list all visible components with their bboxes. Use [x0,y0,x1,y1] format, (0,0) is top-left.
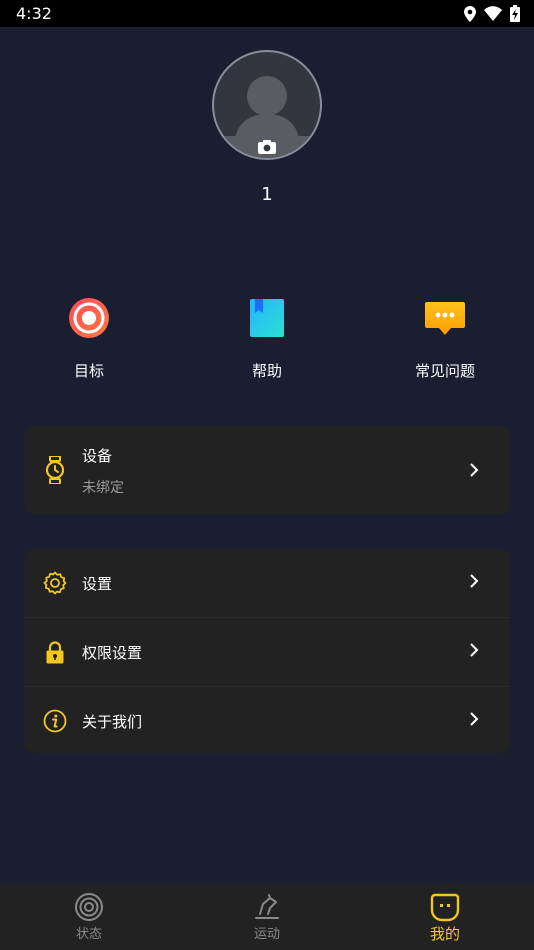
menu-item-permissions[interactable]: 权限设置 [24,617,510,686]
avatar-camera-strip[interactable] [214,136,320,158]
menu-item-label: 设置 [82,575,113,593]
device-card[interactable]: 设备 未绑定 [24,426,510,514]
menu-card: 设置 权限设置 关于我们 [24,549,510,753]
watch-icon [45,456,65,484]
status-time: 4:32 [16,4,52,23]
wifi-icon [484,6,502,21]
menu-item-label: 关于我们 [82,713,143,731]
tab-mine[interactable]: 我的 [385,892,505,944]
tab-label: 运动 [253,927,280,942]
bottom-tab-bar: 状态 运动 我的 [0,884,534,950]
menu-item-label: 权限设置 [82,644,143,662]
menu-item-about[interactable]: 关于我们 [24,686,510,755]
tab-label: 状态 [75,927,102,942]
target-icon [69,298,109,338]
book-icon [250,299,284,337]
avatar[interactable] [212,50,322,160]
menu-item-settings[interactable]: 设置 [24,549,510,617]
username: 1 [261,184,273,205]
gear-icon [43,571,67,595]
lock-icon [46,641,64,664]
battery-icon [510,5,520,22]
chevron-right-icon [470,574,479,588]
chevron-right-icon [470,463,479,477]
quick-action-label: 常见问题 [414,362,475,380]
location-icon [464,5,476,22]
info-icon [43,709,67,733]
tab-label: 我的 [429,925,460,943]
smiley-icon [430,893,460,922]
quick-action-help[interactable]: 帮助 [207,296,327,381]
running-icon [255,894,279,919]
status-rings-icon [75,893,103,921]
chevron-right-icon [470,712,479,726]
quick-action-label: 帮助 [251,362,282,380]
chat-bubble-icon [425,302,465,335]
quick-action-label: 目标 [73,362,104,380]
status-bar: 4:32 [0,0,534,27]
quick-action-faq[interactable]: 常见问题 [385,296,505,381]
device-title: 设备 [82,447,113,465]
system-icons [464,5,520,22]
tab-status[interactable]: 状态 [29,892,149,942]
device-status: 未绑定 [82,480,124,496]
chevron-right-icon [470,643,479,657]
quick-action-target[interactable]: 目标 [29,296,149,381]
camera-icon [258,140,276,154]
tab-exercise[interactable]: 运动 [207,892,327,942]
